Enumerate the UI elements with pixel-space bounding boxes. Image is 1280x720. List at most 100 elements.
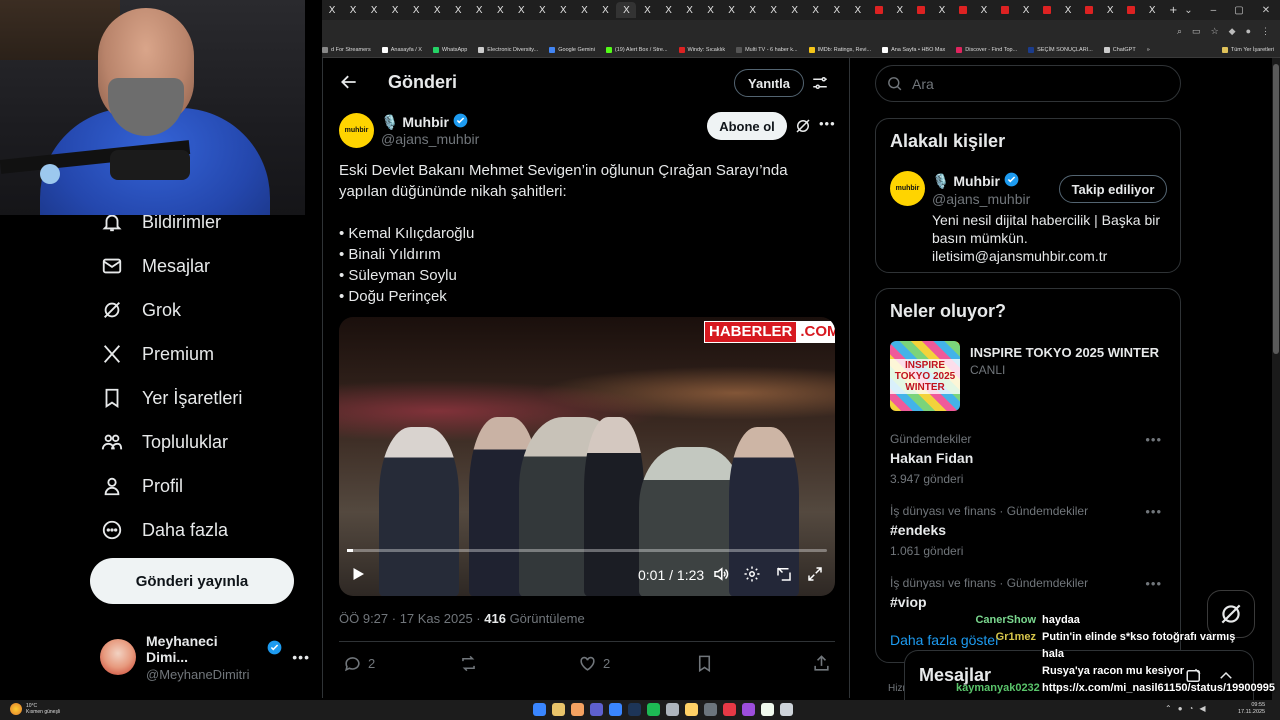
- maximize-icon[interactable]: ▢: [1234, 5, 1243, 16]
- reply-button[interactable]: Yanıtla: [734, 69, 804, 97]
- bookmark-item[interactable]: SEÇİM SONUÇLARI...: [1028, 46, 1093, 53]
- taskbar-app-icon[interactable]: [533, 703, 546, 716]
- bookmark-item[interactable]: Ana Sayfa • HBO Max: [882, 46, 945, 53]
- nav-item-communities[interactable]: Topluluklar: [100, 430, 228, 454]
- back-arrow-icon[interactable]: [339, 72, 359, 92]
- scrollbar[interactable]: [1272, 58, 1280, 700]
- more-icon[interactable]: •••: [1145, 432, 1162, 447]
- video-progress-bar[interactable]: [347, 549, 827, 552]
- taskbar-app-icon[interactable]: [723, 703, 736, 716]
- bookmark-item[interactable]: IMDb: Ratings, Revi...: [808, 46, 871, 53]
- menu-icon[interactable]: ⋮: [1261, 26, 1270, 37]
- bookmark-item[interactable]: Windy: Sıcaklık: [678, 46, 725, 53]
- more-icon[interactable]: •••: [1145, 504, 1162, 519]
- browser-tab[interactable]: X: [932, 2, 952, 18]
- browser-tab[interactable]: X: [448, 2, 468, 18]
- fullscreen-icon[interactable]: [806, 565, 824, 583]
- profile-icon[interactable]: ●: [1246, 26, 1251, 36]
- sliders-icon[interactable]: [811, 74, 829, 92]
- browser-tab[interactable]: [911, 2, 931, 18]
- browser-tab[interactable]: X: [1016, 2, 1036, 18]
- browser-tab[interactable]: X: [848, 2, 868, 18]
- all-bookmarks[interactable]: Tüm Yer İşaretleri: [1221, 46, 1274, 53]
- following-button[interactable]: Takip ediliyor: [1059, 175, 1167, 203]
- post-button[interactable]: Gönderi yayınla: [90, 558, 294, 604]
- author-name[interactable]: 🎙️ Muhbir: [381, 113, 468, 131]
- browser-tab[interactable]: X: [406, 2, 426, 18]
- taskbar-app-icon[interactable]: [628, 703, 641, 716]
- volume-icon[interactable]: ◀: [1199, 704, 1205, 713]
- related-name[interactable]: 🎙️ Muhbir: [932, 172, 1019, 190]
- browser-tab[interactable]: X: [701, 2, 721, 18]
- extensions-icon[interactable]: ◆: [1229, 26, 1236, 37]
- account-switcher[interactable]: Meyhaneci Dimi... @MeyhaneDimitri •••: [100, 633, 310, 682]
- browser-tab[interactable]: [995, 2, 1015, 18]
- taskbar-app-icon[interactable]: [609, 703, 622, 716]
- zoom-icon[interactable]: ⌕: [1177, 26, 1182, 37]
- taskbar-app-icon[interactable]: [666, 703, 679, 716]
- tab-search-icon[interactable]: ⌄: [1184, 5, 1192, 16]
- taskbar-app-icon[interactable]: [742, 703, 755, 716]
- browser-tab[interactable]: X: [322, 2, 342, 18]
- more-icon[interactable]: •••: [292, 649, 310, 665]
- more-icon[interactable]: •••: [1145, 576, 1162, 591]
- scrollbar-thumb[interactable]: [1273, 64, 1279, 354]
- browser-tab[interactable]: X: [427, 2, 447, 18]
- repost-action[interactable]: [459, 654, 484, 673]
- grok-icon[interactable]: [794, 117, 812, 135]
- nav-item-premium[interactable]: Premium: [100, 342, 214, 366]
- mic-icon[interactable]: ●: [1178, 704, 1183, 713]
- browser-tab[interactable]: X: [743, 2, 763, 18]
- browser-tab[interactable]: X: [785, 2, 805, 18]
- browser-tab[interactable]: X: [511, 2, 531, 18]
- bookmark-item[interactable]: Anasayfa / X: [381, 46, 422, 53]
- like-action[interactable]: 2: [578, 654, 610, 673]
- browser-tab[interactable]: X: [469, 2, 489, 18]
- browser-tab[interactable]: X: [764, 2, 784, 18]
- browser-tab[interactable]: X: [490, 2, 510, 18]
- close-icon[interactable]: ✕: [1262, 5, 1270, 16]
- weather-widget[interactable]: 10°C Kısmen güneşli: [10, 703, 60, 715]
- featured-title[interactable]: INSPIRE TOKYO 2025 WINTER: [970, 345, 1159, 360]
- nav-item-grok[interactable]: Grok: [100, 298, 181, 322]
- taskbar-app-icon[interactable]: [571, 703, 584, 716]
- browser-tab[interactable]: X: [385, 2, 405, 18]
- taskbar-app-icon[interactable]: [761, 703, 774, 716]
- author-handle[interactable]: @ajans_muhbir: [381, 131, 479, 147]
- browser-tab[interactable]: [1121, 2, 1141, 18]
- nav-item-more[interactable]: Daha fazla: [100, 518, 228, 542]
- browser-tab[interactable]: [1079, 2, 1099, 18]
- browser-tab[interactable]: [869, 2, 889, 18]
- browser-tab[interactable]: X: [827, 2, 847, 18]
- taskbar-app-icon[interactable]: [590, 703, 603, 716]
- subscribe-button[interactable]: Abone ol: [707, 112, 787, 140]
- author-avatar[interactable]: muhbir: [339, 113, 374, 148]
- related-handle[interactable]: @ajans_muhbir: [932, 191, 1030, 207]
- browser-tab[interactable]: X: [364, 2, 384, 18]
- browser-tab[interactable]: X: [343, 2, 363, 18]
- pip-icon[interactable]: [775, 565, 793, 583]
- bookmark-item[interactable]: Multi TV - 6 haber k...: [736, 46, 798, 53]
- reply-action[interactable]: 2: [343, 654, 375, 673]
- share-action[interactable]: [812, 654, 831, 673]
- bookmark-item[interactable]: ChatGPT: [1103, 46, 1136, 53]
- volume-icon[interactable]: [712, 565, 730, 583]
- browser-tab[interactable]: [953, 2, 973, 18]
- browser-tab[interactable]: X: [806, 2, 826, 18]
- browser-tab[interactable]: X: [680, 2, 700, 18]
- bookmark-item[interactable]: d For Streamers: [322, 46, 371, 53]
- bookmark-item[interactable]: Discover - Find Top...: [956, 46, 1017, 53]
- trend-item[interactable]: İş dünyası ve finans · Gündemdekiler #en…: [890, 504, 1170, 558]
- chevron-up-icon[interactable]: ⌃: [1165, 704, 1172, 713]
- clock[interactable]: 09:55 17.11.2025: [1238, 702, 1265, 716]
- browser-tab[interactable]: X: [616, 2, 637, 18]
- taskbar-app-icon[interactable]: [780, 703, 793, 716]
- taskbar-app-icon[interactable]: [704, 703, 717, 716]
- wifi-icon[interactable]: ◔: [1189, 704, 1194, 713]
- bookmark-item[interactable]: WhatsApp: [432, 46, 467, 53]
- browser-tab[interactable]: X: [532, 2, 552, 18]
- browser-tab[interactable]: X: [1100, 2, 1120, 18]
- trend-item[interactable]: Gündemdekiler Hakan Fidan 3.947 gönderi …: [890, 432, 1170, 486]
- browser-tab[interactable]: X: [637, 2, 657, 18]
- bookmark-item[interactable]: Google Gemini: [549, 46, 595, 53]
